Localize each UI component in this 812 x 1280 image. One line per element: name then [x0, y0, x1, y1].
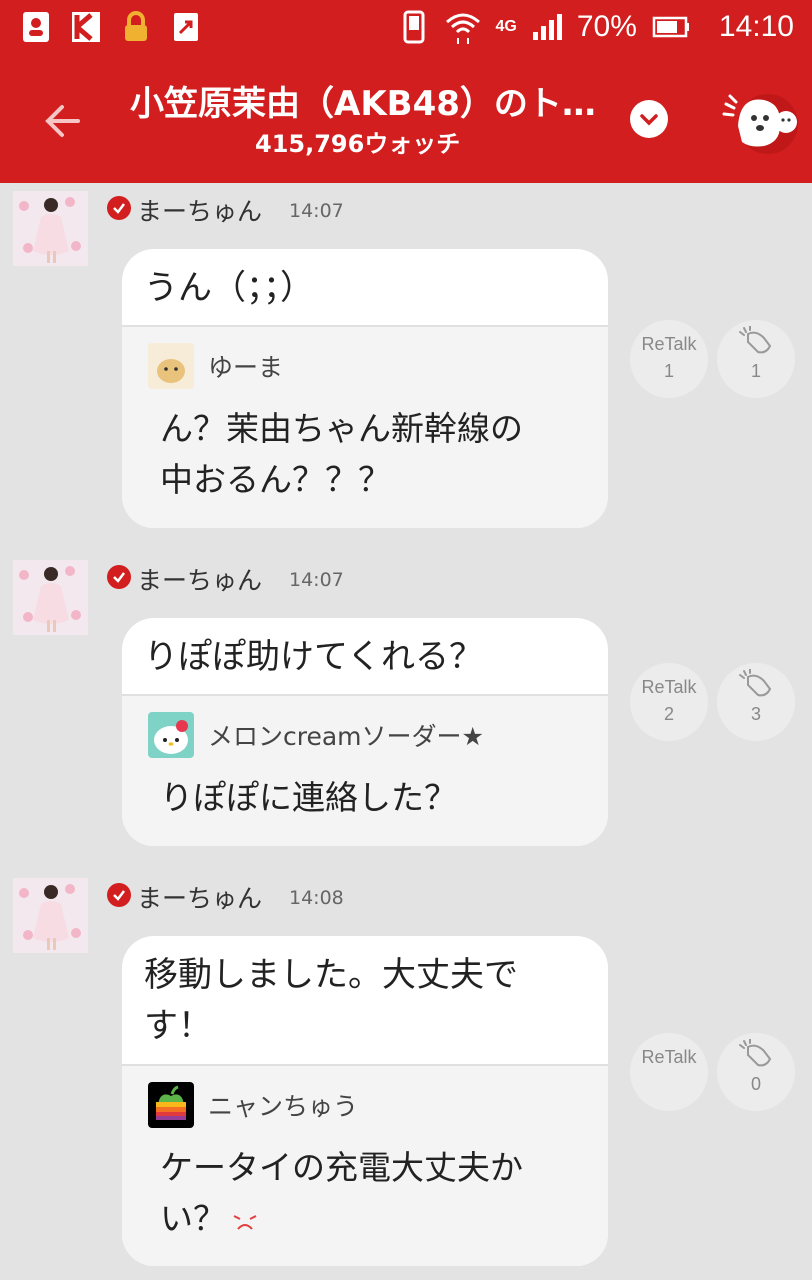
notification-icons [20, 10, 202, 44]
ghost-mascot-icon [722, 94, 798, 154]
message-bubble[interactable]: 移動しました。大丈夫で す！ ニャンちゅう ケータイの充電大丈夫か い？ [122, 936, 608, 1266]
clap-button[interactable]: 0 [717, 1033, 795, 1111]
message-bubble[interactable]: りぽぽ助けてくれる？ メロンcreamソーダー★ りぽぽに連絡した？ [122, 618, 608, 846]
reply-name: ゆーま [208, 353, 284, 382]
message-text: 移動しました。大丈夫で す！ [144, 955, 518, 1046]
clock: 14:10 [718, 10, 794, 43]
clap-icon [739, 325, 772, 354]
signal-icon [532, 14, 562, 40]
clap-count: 1 [750, 361, 761, 381]
phone-vibrate-icon [403, 10, 425, 44]
clap-count: 0 [750, 1074, 761, 1094]
clap-button[interactable]: 1 [717, 320, 795, 398]
dropdown-button[interactable] [630, 100, 668, 138]
reply-name: ニャンちゅう [208, 1092, 359, 1121]
retalk-count: 1 [663, 361, 674, 381]
verified-icon [107, 883, 131, 907]
retalk-label: ReTalk [641, 334, 697, 354]
mascot-button[interactable] [720, 86, 798, 156]
message-text: うん（；；） [144, 268, 314, 308]
reply-avatar [148, 343, 194, 389]
author-name: まーちゅん [137, 884, 263, 913]
reply-text: ケータイの充電大丈夫か い？ [160, 1148, 523, 1239]
chevron-down-icon [640, 114, 658, 126]
retalk-label: ReTalk [641, 1047, 697, 1067]
kaspersky-icon [70, 10, 102, 44]
apple-logo-icon [156, 1085, 186, 1120]
retalk-button[interactable]: ReTalk 1 [630, 320, 708, 398]
contacts-icon [20, 10, 52, 44]
wifi-icon [445, 13, 480, 44]
page-title: 小笠原茉由（AKB48）のト… [130, 84, 596, 124]
retalk-button[interactable]: ReTalk 2 [630, 663, 708, 741]
avatar[interactable] [13, 878, 88, 953]
reply-text: ん？茉由ちゃん新幹線の 中おるん？？？ [160, 409, 523, 500]
quoted-reply[interactable]: メロンcreamソーダー★ りぽぽに連絡した？ [122, 694, 608, 846]
clap-icon [739, 1038, 772, 1067]
reply-avatar [148, 712, 194, 758]
avatar[interactable] [13, 191, 88, 266]
battery-icon [652, 16, 689, 38]
share-icon [170, 10, 202, 44]
message-time: 14:07 [289, 200, 344, 222]
avatar[interactable] [13, 560, 88, 635]
retalk-count: 2 [663, 704, 674, 724]
retalk-button[interactable]: ReTalk [630, 1033, 708, 1111]
watch-count: 415,796ウォッチ [255, 130, 461, 158]
message-text: りぽぽ助けてくれる？ [144, 637, 483, 677]
verified-icon [107, 196, 131, 220]
reply-avatar [148, 1082, 194, 1128]
lock-icon [120, 10, 152, 44]
app-bar: 小笠原茉由（AKB48）のト… 415,796ウォッチ [0, 58, 812, 183]
battery-percent: 70% [576, 10, 637, 43]
clap-count: 3 [750, 704, 761, 724]
message-bubble[interactable]: うん（；；） ゆーま ん？茉由ちゃん新幹線の 中おるん？？？ [122, 249, 608, 528]
arrow-left-icon [45, 105, 80, 137]
author-name: まーちゅん [137, 197, 263, 226]
message-time: 14:08 [289, 887, 344, 909]
message-time: 14:07 [289, 569, 344, 591]
author-name: まーちゅん [137, 566, 263, 595]
clap-icon [739, 668, 772, 697]
status-indicators: 4G 70% 14:10 [398, 8, 794, 46]
quoted-reply[interactable]: ニャンちゅう ケータイの充電大丈夫か い？ [122, 1064, 608, 1266]
quoted-reply[interactable]: ゆーま ん？茉由ちゃん新幹線の 中おるん？？？ [122, 325, 608, 528]
sad-face-emoji-icon [233, 1214, 257, 1230]
clap-button[interactable]: 3 [717, 663, 795, 741]
status-bar: 4G 70% 14:10 [0, 0, 812, 58]
retalk-label: ReTalk [641, 677, 697, 697]
reply-text: りぽぽに連絡した？ [160, 778, 457, 817]
reply-name: メロンcreamソーダー★ [208, 722, 484, 751]
network-type: 4G [495, 18, 517, 35]
back-button[interactable] [38, 96, 88, 146]
verified-icon [107, 565, 131, 589]
